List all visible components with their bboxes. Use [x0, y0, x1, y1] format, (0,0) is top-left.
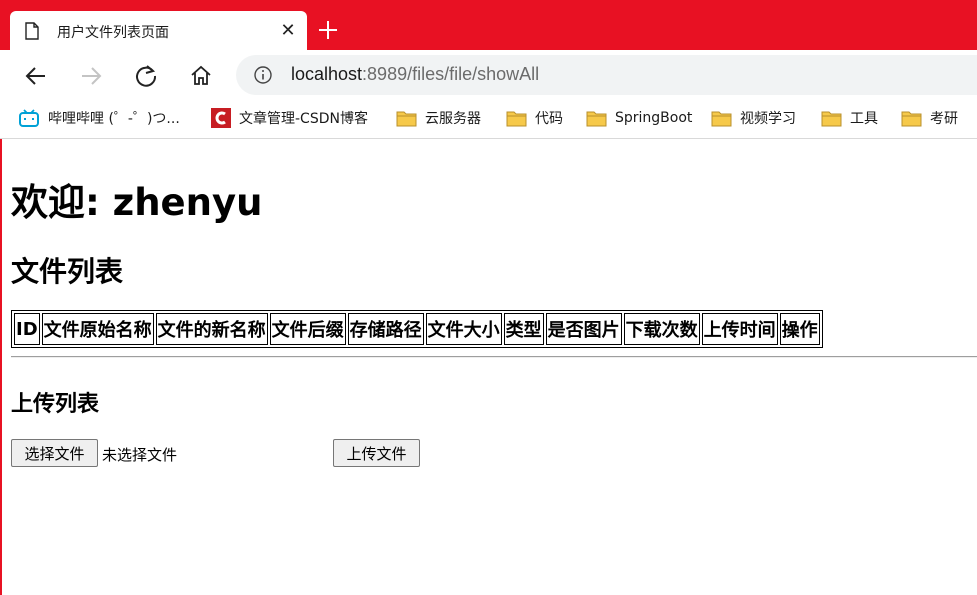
bookmark-folder-cloud-server[interactable]: 云服务器 [396, 107, 481, 129]
refresh-icon[interactable] [133, 63, 159, 89]
bilibili-icon [19, 109, 39, 127]
choose-file-button[interactable]: 选择文件 [11, 439, 98, 467]
divider [11, 356, 977, 358]
info-icon[interactable] [253, 65, 273, 85]
bookmark-label: SpringBoot [615, 110, 693, 126]
col-upload-time: 上传时间 [701, 313, 778, 345]
file-list-heading: 文件列表 [11, 255, 124, 288]
browser-titlebar: 用户文件列表页面 ✕ [0, 0, 977, 51]
bookmarks-bar: 哔哩哔哩 (゜-゜)つ... 文章管理-CSDN博客 云服务器 代码 Sprin… [0, 100, 977, 139]
col-extension: 文件后缀 [269, 313, 346, 345]
col-storage-path: 存储路径 [347, 313, 424, 345]
col-new-name: 文件的新名称 [155, 313, 268, 345]
bookmark-folder-video-learning[interactable]: 视频学习 [711, 107, 796, 129]
window-edge [0, 139, 2, 595]
table-header-row: ID 文件原始名称 文件的新名称 文件后缀 存储路径 文件大小 类型 是否图片 … [14, 313, 820, 345]
bookmark-folder-exam[interactable]: 考研 [901, 107, 958, 129]
bookmark-folder-code[interactable]: 代码 [506, 107, 563, 129]
col-type: 类型 [503, 313, 544, 345]
browser-tab[interactable]: 用户文件列表页面 ✕ [10, 11, 307, 51]
back-icon[interactable] [23, 63, 49, 89]
folder-icon [901, 111, 922, 126]
bookmark-label: 代码 [535, 111, 563, 127]
bookmark-folder-springboot[interactable]: SpringBoot [586, 107, 692, 129]
col-original-name: 文件原始名称 [41, 313, 154, 345]
bookmark-label: 文章管理-CSDN博客 [239, 111, 368, 127]
upload-heading: 上传列表 [11, 392, 100, 417]
welcome-heading: 欢迎: zhenyu [11, 181, 263, 224]
home-icon[interactable] [188, 63, 214, 89]
bookmark-bilibili[interactable]: 哔哩哔哩 (゜-゜)つ... [18, 107, 180, 129]
url-path: :8989/files/file/showAll [362, 64, 540, 84]
file-table: ID 文件原始名称 文件的新名称 文件后缀 存储路径 文件大小 类型 是否图片 … [11, 310, 823, 348]
folder-icon [821, 111, 842, 126]
tab-title: 用户文件列表页面 [57, 25, 169, 41]
col-actions: 操作 [779, 313, 820, 345]
col-download-count: 下载次数 [623, 313, 700, 345]
url-text[interactable]: localhost:8989/files/file/showAll [291, 64, 539, 85]
bookmark-label: 考研 [930, 111, 958, 127]
folder-icon [396, 111, 417, 126]
forward-icon[interactable] [78, 63, 104, 89]
bookmark-label: 视频学习 [740, 111, 796, 127]
folder-icon [586, 111, 607, 126]
folder-icon [711, 111, 732, 126]
upload-file-button[interactable]: 上传文件 [333, 439, 420, 467]
bookmark-label: 哔哩哔哩 (゜-゜)つ... [48, 111, 180, 127]
folder-icon [506, 111, 527, 126]
col-id: ID [14, 313, 40, 345]
new-tab-icon[interactable] [315, 17, 341, 43]
page-icon [25, 22, 39, 40]
bookmark-label: 云服务器 [425, 111, 481, 127]
bookmark-label: 工具 [850, 111, 878, 127]
csdn-icon [211, 108, 231, 128]
col-is-image: 是否图片 [545, 313, 622, 345]
col-file-size: 文件大小 [425, 313, 502, 345]
bookmark-folder-tools[interactable]: 工具 [821, 107, 878, 129]
bookmark-csdn[interactable]: 文章管理-CSDN博客 [211, 107, 368, 129]
url-host: localhost [291, 64, 363, 84]
no-file-chosen-label: 未选择文件 [102, 446, 178, 464]
close-tab-icon[interactable]: ✕ [277, 19, 299, 41]
